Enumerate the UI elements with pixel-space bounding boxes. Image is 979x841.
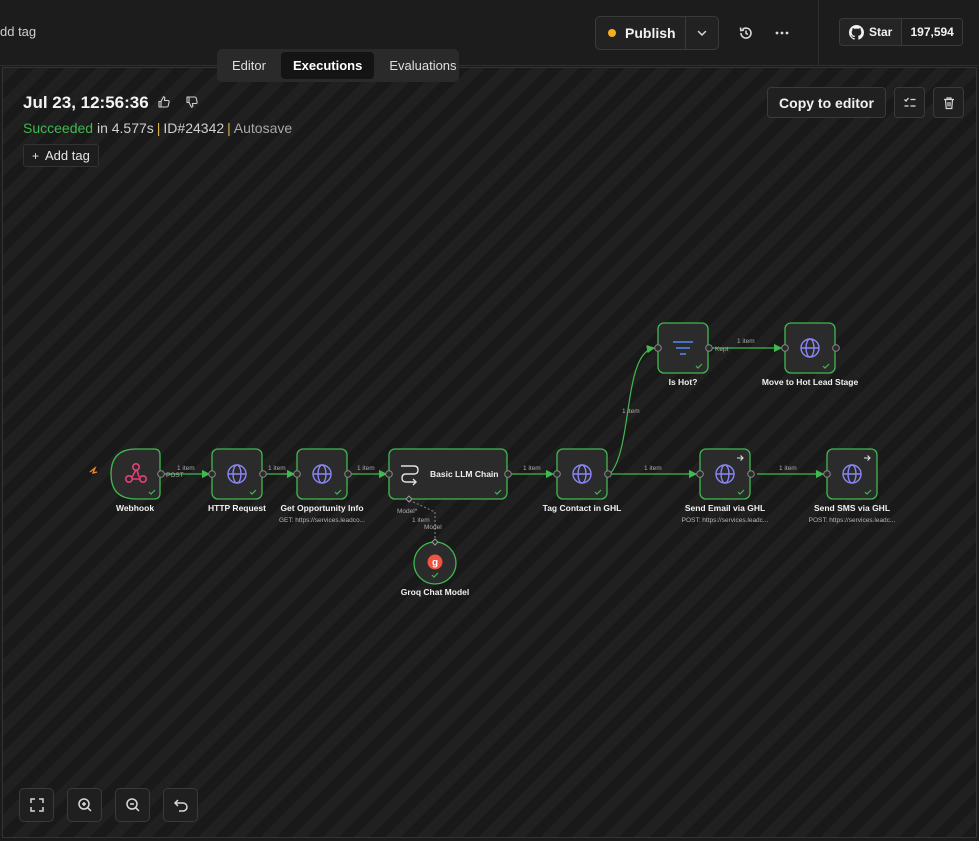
header-divider — [818, 0, 819, 66]
publish-button[interactable]: Publish — [596, 17, 686, 49]
more-horizontal-icon — [775, 31, 789, 35]
node-http-request[interactable]: HTTP Request — [208, 448, 267, 513]
zoom-out-icon — [125, 798, 140, 812]
node-webhook[interactable]: Webhook — [89, 448, 165, 513]
github-star-button[interactable]: Star — [840, 19, 903, 45]
node-label: Get Opportunity Info — [280, 503, 363, 513]
node-move-hot-lead[interactable]: Move to Hot Lead Stage — [762, 322, 859, 387]
publish-options-button[interactable] — [686, 17, 718, 49]
node-label: Move to Hot Lead Stage — [762, 377, 859, 387]
edge-label-item: 1 item — [177, 465, 195, 472]
reset-zoom-button[interactable] — [163, 788, 198, 822]
tab-executions[interactable]: Executions — [280, 52, 375, 79]
node-tag-contact[interactable]: Tag Contact in GHL — [543, 448, 622, 513]
edge-label-item: 1 item — [779, 465, 797, 472]
header-add-tag[interactable]: dd tag — [0, 24, 36, 39]
node-label: HTTP Request — [208, 503, 266, 513]
fit-view-button[interactable] — [19, 788, 54, 822]
node-is-hot[interactable]: Is Hot? — [654, 322, 713, 387]
node-get-opportunity[interactable]: Get Opportunity Info GET: https://servic… — [279, 448, 365, 524]
publish-status-dot — [608, 29, 616, 37]
node-groq-chat-model[interactable]: g Groq Chat Model — [401, 538, 469, 597]
edge-label-item: 1 item — [644, 465, 662, 472]
zoom-in-icon — [77, 798, 92, 812]
zoom-out-button[interactable] — [115, 788, 150, 822]
node-label: Send Email via GHL — [685, 503, 765, 513]
edge-label-item: 1 item — [737, 338, 755, 345]
view-tabs: Editor Executions Evaluations — [217, 49, 459, 82]
node-subtitle: GET: https://services.leadco... — [279, 517, 365, 524]
edge-label-post: POST — [166, 472, 184, 479]
node-label: Basic LLM Chain — [430, 469, 498, 479]
node-send-sms[interactable]: Send SMS via GHL POST: https://services.… — [809, 448, 896, 524]
edge-label-model: Model — [424, 524, 442, 531]
node-subtitle: POST: https://services.leadc... — [809, 517, 896, 524]
edge-label-item: 1 item — [357, 465, 375, 472]
history-icon — [739, 27, 752, 39]
node-label: Send SMS via GHL — [814, 503, 890, 513]
edge-label-item: 1 item — [523, 465, 541, 472]
node-subtitle: POST: https://services.leadc... — [682, 517, 769, 524]
edge-label-kept: Kept — [715, 346, 729, 353]
trigger-bolt-icon — [89, 465, 98, 474]
tab-evaluations[interactable]: Evaluations — [377, 52, 468, 79]
tab-editor[interactable]: Editor — [220, 52, 278, 79]
node-label: Webhook — [116, 503, 154, 513]
github-star-label: Star — [869, 25, 893, 39]
workflow-graph: 1 item POST 1 item 1 item 1 item 1 item … — [89, 322, 896, 597]
github-icon — [849, 24, 864, 40]
zoom-in-button[interactable] — [67, 788, 102, 822]
svg-text:g: g — [432, 558, 438, 569]
groq-icon: g — [427, 554, 443, 570]
github-star-group: Star 197,594 — [839, 18, 963, 46]
edge-label-item: 1 item — [268, 465, 286, 472]
node-label: Is Hot? — [669, 377, 698, 387]
node-label: Tag Contact in GHL — [543, 503, 622, 513]
fit-view-icon — [29, 798, 44, 812]
node-label: Groq Chat Model — [401, 587, 469, 597]
more-options-button[interactable] — [772, 23, 792, 43]
github-star-count: 197,594 — [902, 19, 962, 45]
undo-icon — [173, 799, 188, 812]
node-basic-llm-chain[interactable]: Basic LLM Chain — [385, 448, 512, 503]
workflow-canvas[interactable]: Jul 23, 12:56:36 Succeeded in 4.577s | ID#… — [2, 67, 977, 838]
history-button[interactable] — [736, 23, 756, 43]
edge-label-item: 1 item — [412, 517, 430, 524]
edge-label-item: 1 item — [622, 408, 640, 415]
node-send-email[interactable]: Send Email via GHL POST: https://service… — [682, 448, 769, 524]
app-window: dd tag Publish Star 197,594 Jul 23, 12:5… — [0, 0, 979, 841]
chevron-down-icon — [697, 30, 707, 37]
edge-label-model-required: Model* — [397, 508, 418, 515]
publish-group: Publish — [595, 16, 719, 50]
publish-label: Publish — [625, 25, 676, 41]
top-header: dd tag Publish Star 197,594 — [0, 0, 979, 66]
